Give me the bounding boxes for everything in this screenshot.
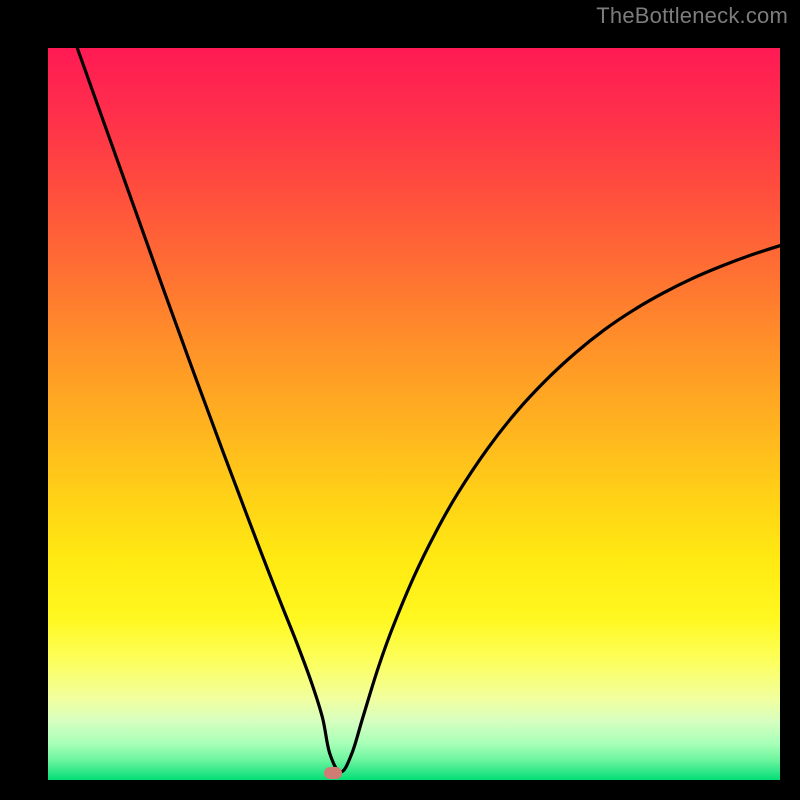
chart-frame	[14, 14, 786, 786]
plot-area	[48, 48, 780, 780]
bottleneck-curve	[48, 48, 780, 780]
watermark-text: TheBottleneck.com	[596, 3, 788, 29]
optimal-marker-dot	[324, 767, 342, 779]
